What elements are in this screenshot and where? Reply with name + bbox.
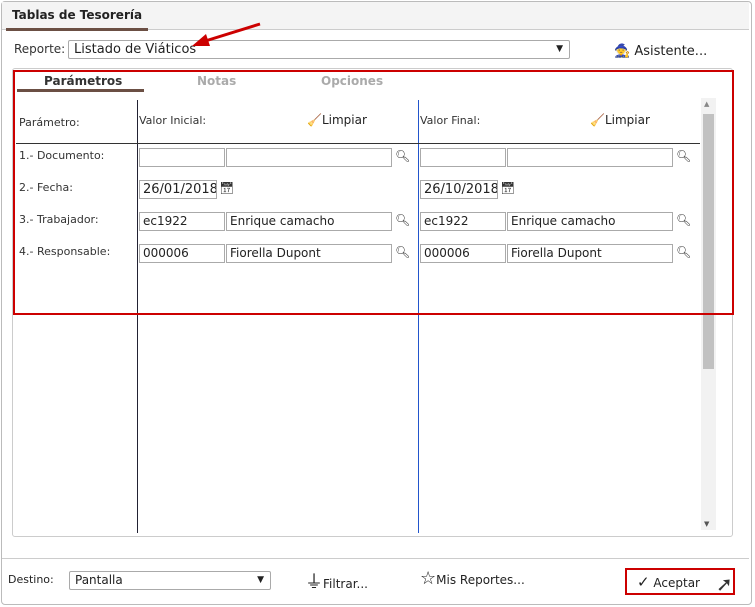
asistente-button[interactable]: 🧙 Asistente... bbox=[614, 44, 707, 59]
footer-divider bbox=[2, 558, 749, 559]
reporte-value: Listado de Viáticos bbox=[74, 42, 197, 57]
wizard-icon: 🧙 bbox=[614, 44, 631, 59]
annotation-arrow bbox=[192, 22, 261, 46]
chevron-down-icon: ▼ bbox=[556, 44, 563, 54]
highlight-box bbox=[13, 70, 734, 315]
mouse-cursor-icon: ➚ bbox=[716, 572, 733, 596]
check-icon: ✓ bbox=[637, 573, 650, 591]
destino-label: Destino: bbox=[8, 573, 54, 586]
reporte-label: Reporte: bbox=[14, 42, 66, 56]
destino-value: Pantalla bbox=[75, 573, 123, 587]
filtrar-button[interactable]: ⏚Filtrar... bbox=[305, 568, 368, 594]
star-icon: ☆ bbox=[420, 568, 437, 589]
scroll-down-icon[interactable]: ▼ bbox=[704, 520, 709, 528]
window-tab-bar: Tablas de Tesorería bbox=[2, 2, 749, 31]
filter-icon: ⏚ bbox=[305, 572, 323, 593]
tab-tablas-tesoreria[interactable]: Tablas de Tesorería bbox=[6, 8, 149, 31]
destino-select[interactable]: Pantalla ▼ bbox=[69, 571, 271, 590]
mis-reportes-button[interactable]: ☆Mis Reportes... bbox=[420, 568, 525, 589]
reporte-select[interactable]: Listado de Viáticos ▼ bbox=[68, 40, 570, 59]
chevron-down-icon: ▼ bbox=[257, 575, 264, 585]
